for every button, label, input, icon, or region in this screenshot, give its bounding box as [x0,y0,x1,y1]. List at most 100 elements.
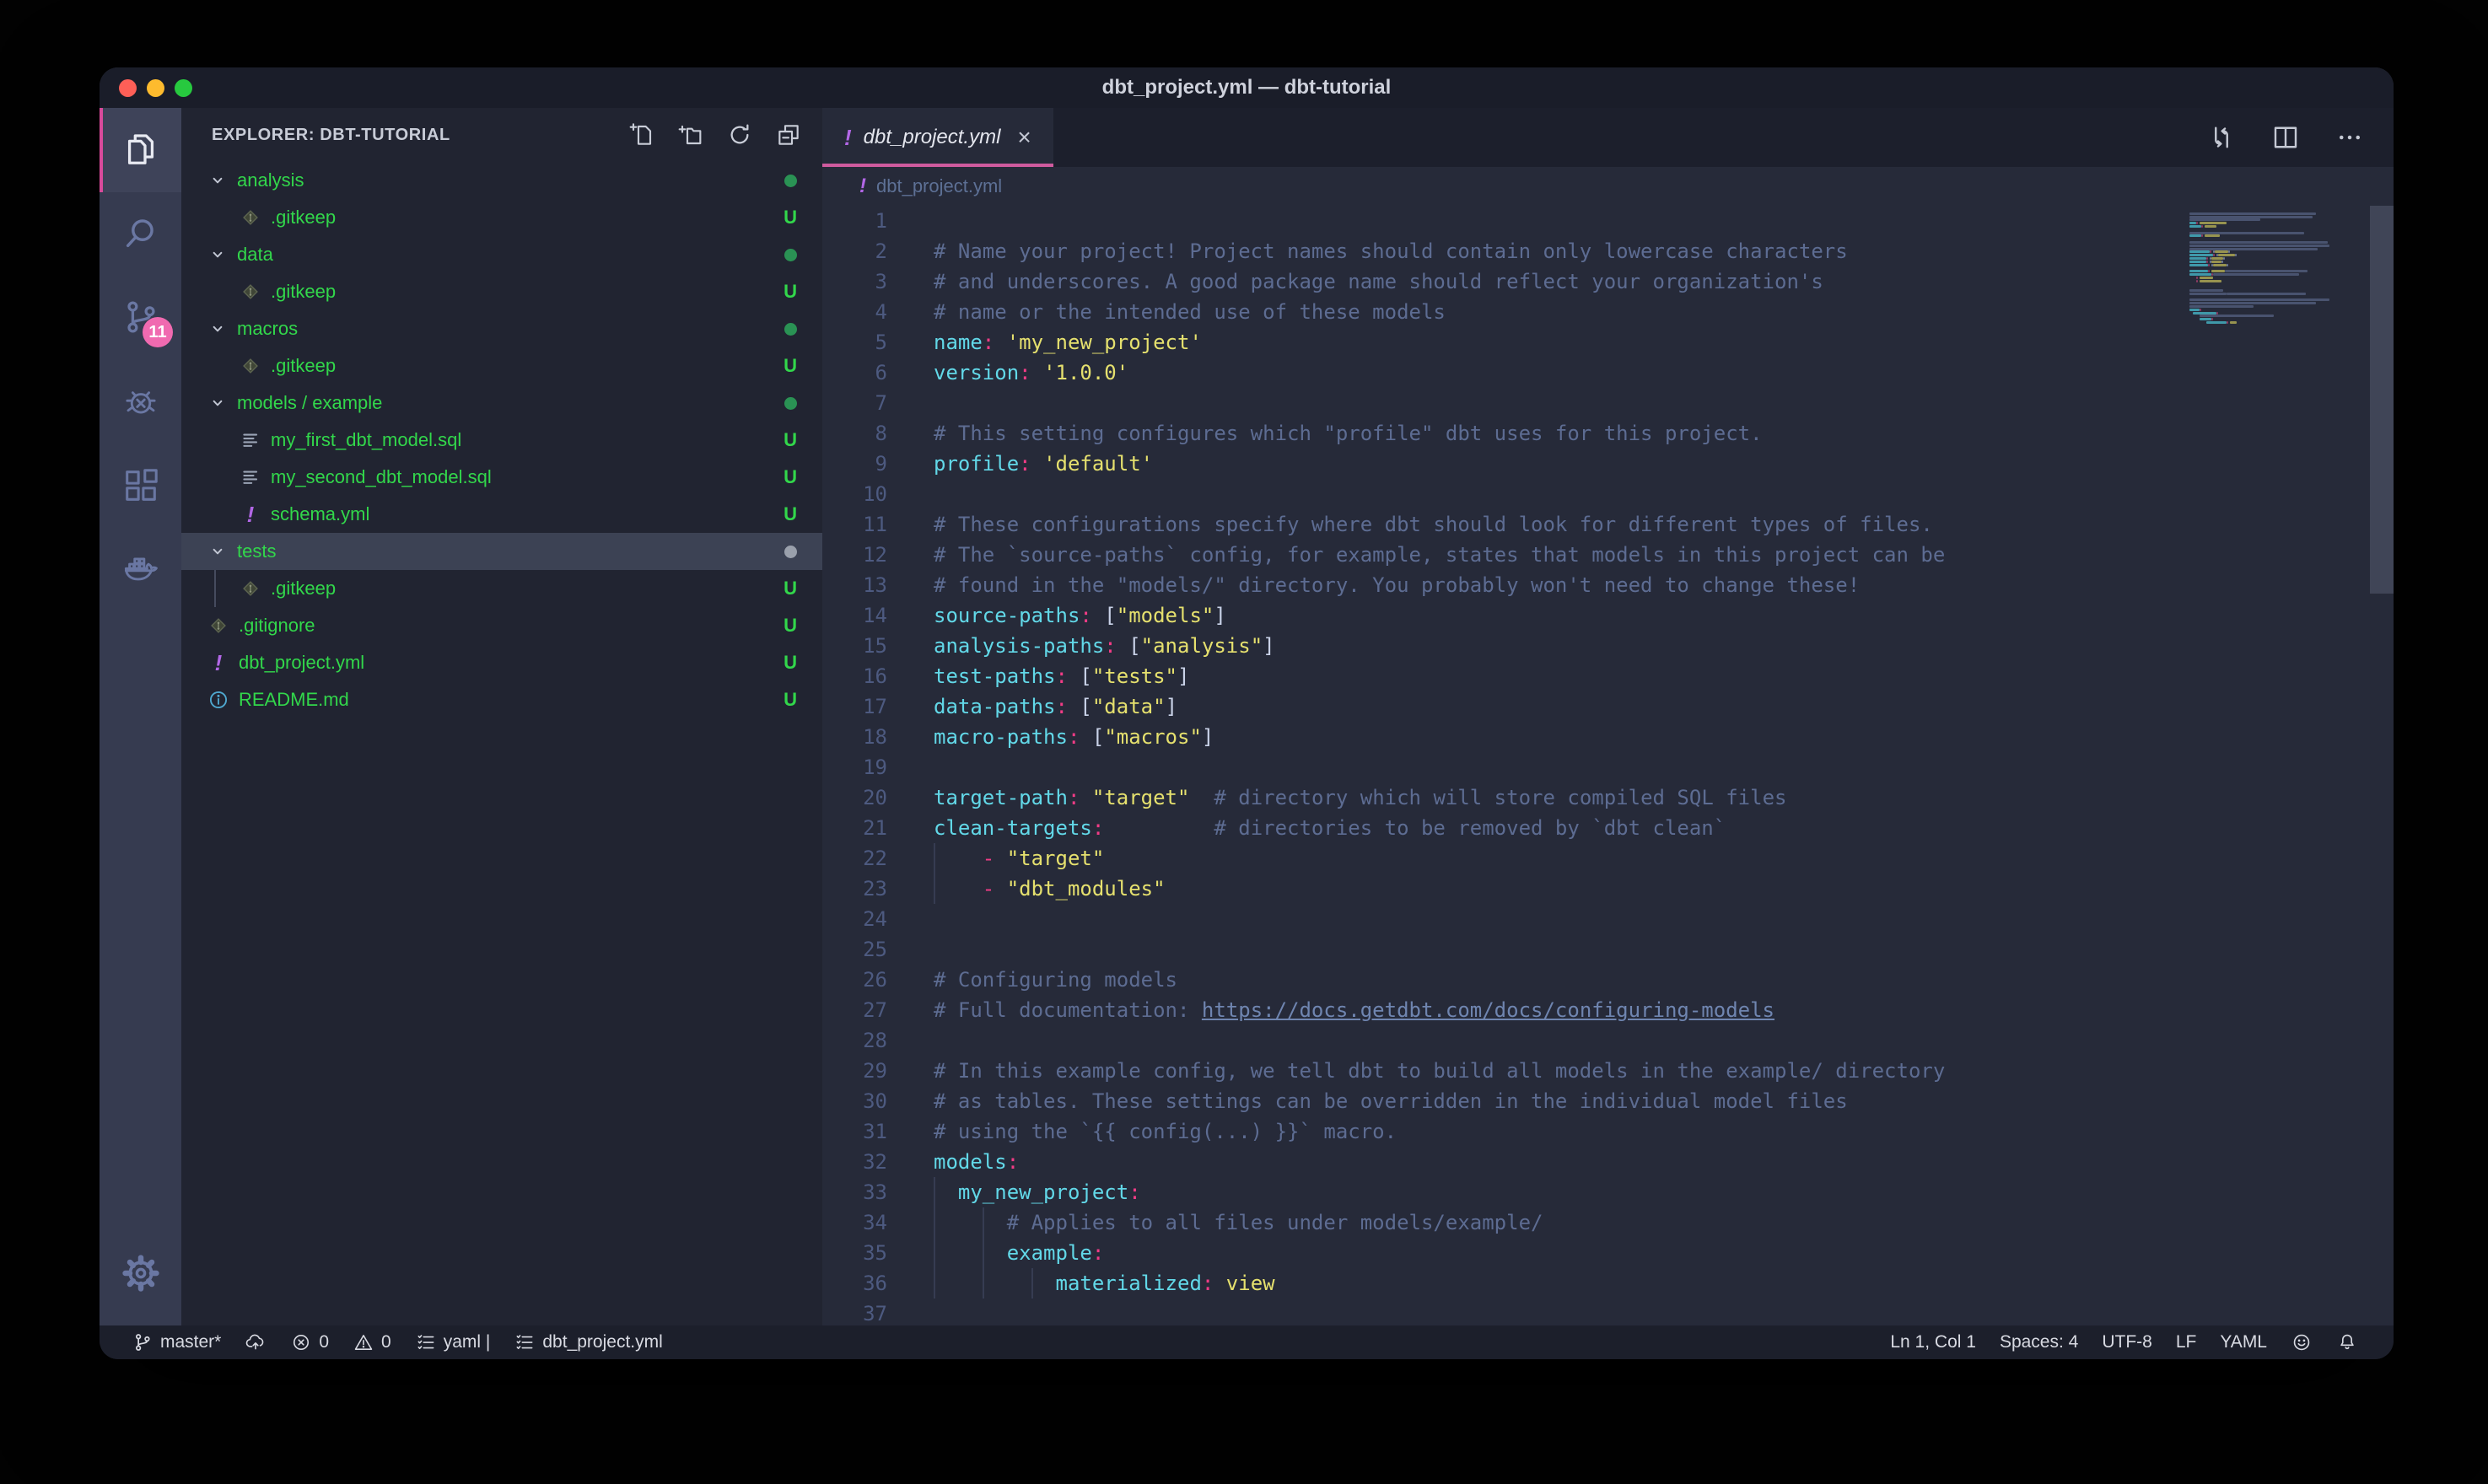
compare-icon[interactable] [2206,122,2237,153]
line-number: 18 [822,722,896,752]
code-line-25: 25 [822,934,2394,965]
indent-guide [983,1207,984,1238]
bell-icon [2336,1331,2358,1353]
code-line-10: 10 [822,479,2394,509]
tree-item-dbt-project-yml[interactable]: !dbt_project.ymlU [181,644,822,681]
tree-item-analysis[interactable]: analysis [181,162,822,199]
line-number: 24 [822,904,896,934]
code-line-15: 15analysis-paths: ["analysis"] [822,631,2394,661]
tree-item-readme-md[interactable]: README.mdU [181,681,822,718]
activity-item-settings[interactable] [100,1233,181,1317]
line-number: 25 [822,934,896,965]
tree-item--gitignore[interactable]: .gitignoreU [181,607,822,644]
line-number: 1 [822,206,896,236]
tree-item-label: schema.yml [271,503,784,525]
status-linter-yaml[interactable]: yaml | [403,1325,503,1359]
status-eol[interactable]: LF [2164,1325,2209,1359]
ellipsis-icon[interactable] [2335,122,2365,153]
folder-dot-badge [784,546,797,558]
tree-item-label: data [237,244,784,266]
tree-item-macros[interactable]: macros [181,310,822,347]
tree-item-label: tests [237,540,784,562]
minimap[interactable] [2183,206,2370,1325]
code-line-5: 5name: 'my_new_project' [822,327,2394,358]
tree-item--gitkeep[interactable]: .gitkeepU [181,199,822,236]
code-line-2: 2# Name your project! Project names shou… [822,236,2394,266]
line-number: 21 [822,813,896,843]
yaml-warning-icon: ! [207,651,230,675]
tab-bar: ! dbt_project.yml × [822,108,2394,167]
editor-group: ! dbt_project.yml × ! dbt_project.yml 12… [822,108,2394,1325]
tree-item-label: dbt_project.yml [239,652,784,674]
tree-item-tests[interactable]: tests [181,533,822,570]
status-publish[interactable] [233,1325,278,1359]
code-line-37: 37 [822,1298,2394,1325]
tree-item-my-second-dbt-model-sql[interactable]: my_second_dbt_model.sqlU [181,459,822,496]
tree-item--gitkeep[interactable]: .gitkeepU [181,347,822,384]
new-file-icon[interactable] [628,121,655,148]
extensions-icon [121,466,160,509]
collapse-all-icon[interactable] [775,121,802,148]
indent-guide [934,1238,935,1268]
status-cursor-position[interactable]: Ln 1, Col 1 [1878,1325,1988,1359]
split-icon[interactable] [2270,122,2301,153]
cloud-upload-icon [245,1331,267,1353]
refresh-icon[interactable] [726,121,753,148]
tab-warning-icon: ! [844,125,852,151]
warning-icon [353,1331,374,1353]
indent-guide [934,1207,935,1238]
vscode-window: dbt_project.yml — dbt-tutorial 11 EXPLOR… [100,67,2394,1359]
chevron-down-icon [207,540,229,562]
status-language-mode[interactable]: YAML [2208,1325,2279,1359]
tree-item-label: .gitkeep [271,578,784,600]
explorer-title: EXPLORER: DBT-TUTORIAL [212,126,628,145]
status-warnings[interactable]: 0 [341,1325,403,1359]
tree-item-schema-yml[interactable]: !schema.ymlU [181,496,822,533]
code-line-3: 3# and underscores. A good package name … [822,266,2394,297]
files-icon [121,129,160,172]
git-file-icon [239,577,262,600]
editor-scrollbar[interactable] [2370,206,2394,594]
code-line-9: 9profile: 'default' [822,449,2394,479]
tab-close-icon[interactable]: × [1017,124,1031,151]
git-untracked-badge: U [784,689,797,711]
status-feedback[interactable] [2279,1325,2324,1359]
git-modified-dot-badge [784,175,797,187]
status-encoding[interactable]: UTF-8 [2090,1325,2164,1359]
line-number: 6 [822,358,896,388]
code-line-27: 27# Full documentation: https://docs.get… [822,995,2394,1025]
status-notifications[interactable] [2324,1325,2370,1359]
chevron-down-icon [207,392,229,414]
code-line-29: 29# In this example config, we tell dbt … [822,1056,2394,1086]
tree-item--gitkeep[interactable]: .gitkeepU [181,570,822,607]
code-line-23: 23 - "dbt_modules" [822,874,2394,904]
activity-item-docker[interactable] [100,530,181,614]
new-folder-icon[interactable] [677,121,704,148]
tree-item--gitkeep[interactable]: .gitkeepU [181,273,822,310]
status-linter-file[interactable]: dbt_project.yml [502,1325,674,1359]
activity-item-search[interactable] [100,192,181,277]
code-line-30: 30# as tables. These settings can be ove… [822,1086,2394,1116]
code-line-17: 17data-paths: ["data"] [822,691,2394,722]
git-untracked-badge: U [784,207,797,229]
explorer-sidebar: EXPLORER: DBT-TUTORIAL analysis.gitkeepU… [181,108,822,1325]
tree-item-my-first-dbt-model-sql[interactable]: my_first_dbt_model.sqlU [181,422,822,459]
status-git-branch[interactable]: master* [120,1325,233,1359]
tree-item-models-example[interactable]: models / example [181,384,822,422]
line-number: 9 [822,449,896,479]
breadcrumb[interactable]: ! dbt_project.yml [822,167,2394,206]
activity-item-extensions[interactable] [100,445,181,530]
code-line-24: 24 [822,904,2394,934]
status-indentation[interactable]: Spaces: 4 [1988,1325,2090,1359]
tab-dbt-project-yml[interactable]: ! dbt_project.yml × [822,108,1053,167]
smiley-icon [2291,1331,2313,1353]
checklist-icon [514,1331,536,1353]
tree-item-label: models / example [237,392,784,414]
activity-item-source-control[interactable]: 11 [100,277,181,361]
activity-item-debug[interactable] [100,361,181,445]
status-errors[interactable]: 0 [278,1325,341,1359]
tree-item-data[interactable]: data [181,236,822,273]
activity-item-explorer[interactable] [100,108,181,192]
code-editor[interactable]: 12# Name your project! Project names sho… [822,206,2394,1325]
status-git-branch-label: master* [160,1332,221,1352]
